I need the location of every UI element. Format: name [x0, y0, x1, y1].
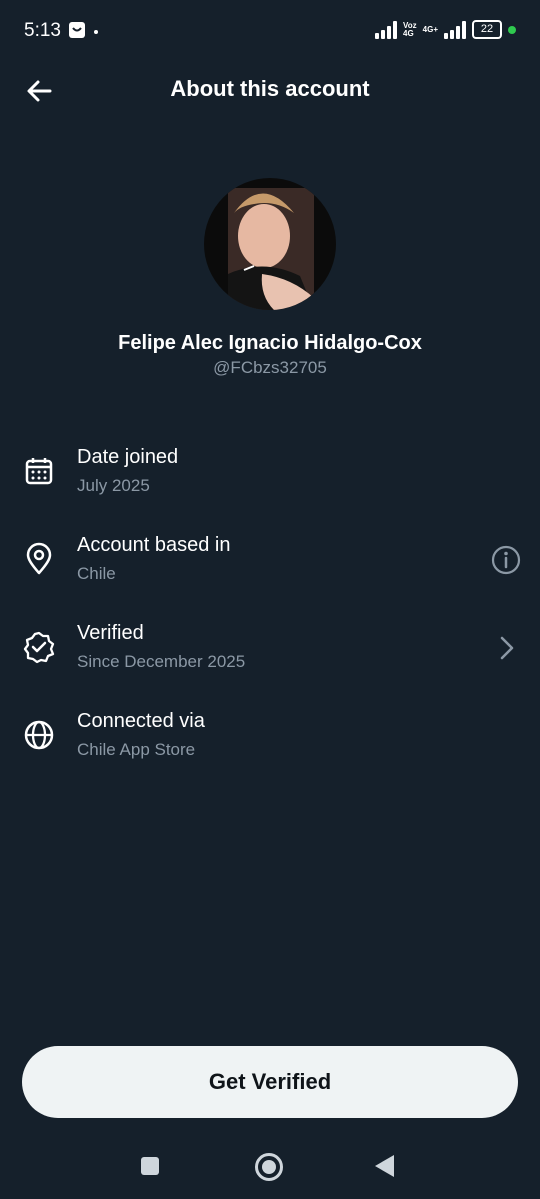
- user-handle: @FCbzs32705: [213, 358, 327, 377]
- row-subtitle: Chile: [77, 564, 116, 583]
- status-bar: 5:13 Voz 4G 4G+ 22: [0, 0, 540, 62]
- row-date-joined: Date joined July 2025: [0, 446, 540, 516]
- row-title: Connected via: [77, 710, 205, 732]
- row-subtitle: Since December 2025: [77, 652, 246, 671]
- chevron-right-icon[interactable]: [490, 632, 522, 664]
- location-pin-icon: [26, 542, 52, 575]
- row-verified[interactable]: Verified Since December 2025: [0, 622, 540, 692]
- verified-badge-icon: [23, 631, 55, 664]
- status-time: 5:13: [24, 20, 61, 41]
- page-title: About this account: [170, 76, 370, 101]
- row-account-based-in: Account based in Chile: [0, 534, 540, 604]
- system-navigation-bar: [0, 1130, 540, 1199]
- row-title: Verified: [77, 622, 144, 644]
- signal-strength-icon: [375, 20, 398, 39]
- display-name: Felipe Alec Ignacio Hidalgo-Cox: [118, 332, 422, 354]
- battery-indicator: 22: [472, 20, 502, 39]
- row-title: Account based in: [77, 534, 231, 556]
- row-subtitle: July 2025: [77, 476, 150, 495]
- row-connected-via: Connected via Chile App Store: [0, 710, 540, 780]
- network-label-voz: Voz 4G: [403, 20, 417, 38]
- status-right-icons: Voz 4G 4G+ 22: [375, 20, 516, 39]
- globe-icon: [24, 720, 54, 750]
- avatar: [204, 178, 336, 310]
- row-title: Date joined: [77, 446, 179, 468]
- recent-apps-icon[interactable]: [141, 1157, 159, 1175]
- row-subtitle: Chile App Store: [77, 740, 196, 759]
- calendar-icon: [25, 458, 53, 485]
- privacy-dot-icon: [508, 25, 516, 34]
- info-icon[interactable]: [490, 544, 522, 576]
- network-label-4g: 4G+: [422, 24, 438, 34]
- notification-icon: [68, 21, 104, 44]
- get-verified-button[interactable]: Get Verified: [22, 1046, 518, 1118]
- back-triangle-icon[interactable]: [375, 1155, 394, 1177]
- signal-strength-2-icon: [444, 20, 466, 39]
- top-app-bar: About this account: [0, 62, 540, 120]
- home-icon[interactable]: [255, 1153, 283, 1181]
